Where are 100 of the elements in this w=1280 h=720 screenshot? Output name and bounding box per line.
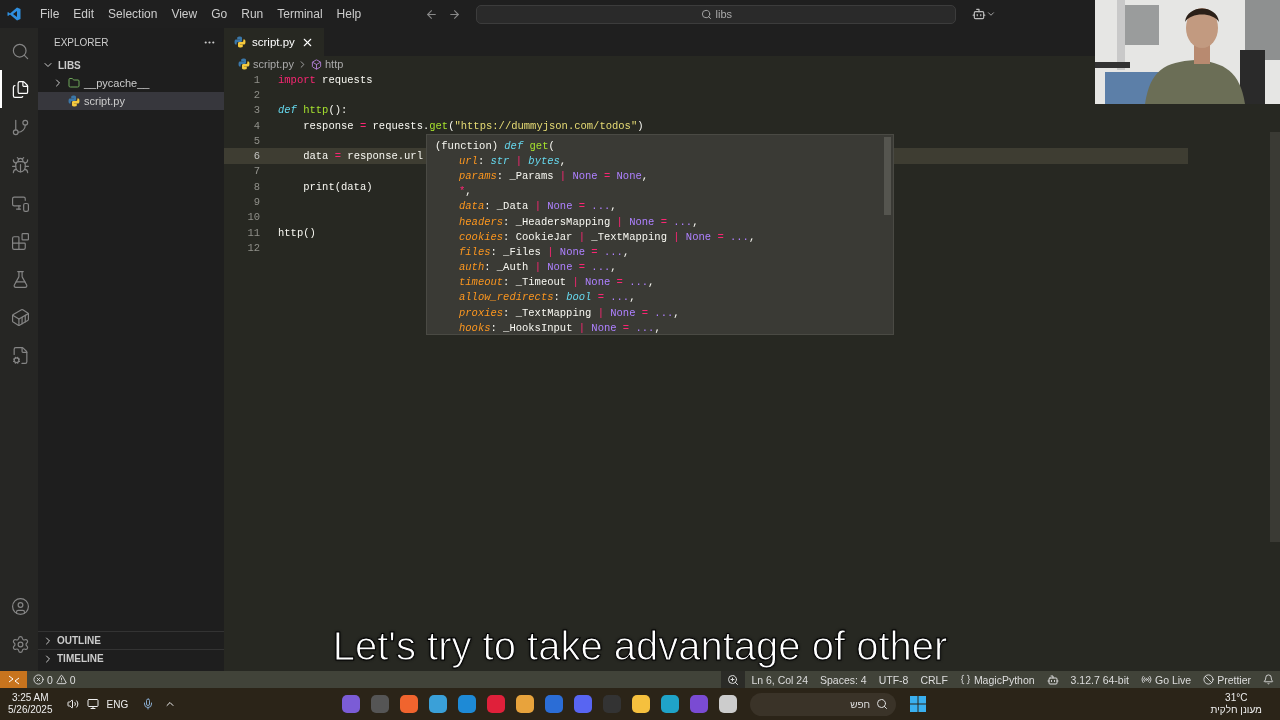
code-token: hooks	[459, 321, 491, 334]
code-token: =	[359, 119, 367, 132]
status-item[interactable]: UTF-8	[878, 673, 909, 686]
status-item[interactable]: Ln 6, Col 24	[751, 673, 808, 686]
code-token: None	[616, 169, 642, 182]
microphone-icon[interactable]	[142, 698, 155, 710]
remote-icon	[7, 674, 20, 685]
code-token: |	[558, 169, 568, 182]
code-token: get	[429, 119, 449, 132]
menu-item[interactable]: Selection	[101, 7, 165, 21]
app-icon[interactable]	[631, 695, 650, 713]
status-item[interactable]: Go Live	[1154, 673, 1192, 686]
code-token: |	[533, 200, 542, 213]
menu-item[interactable]: Run	[234, 7, 271, 21]
code-token: |	[533, 261, 542, 274]
search-icon	[876, 697, 889, 710]
forward-icon[interactable]	[448, 7, 462, 21]
code-token: :	[477, 154, 486, 167]
scrollbar[interactable]	[884, 137, 891, 215]
breadcrumb[interactable]: http	[324, 58, 344, 70]
warning-count[interactable]: 0	[69, 673, 76, 686]
menu-item[interactable]: Help	[329, 7, 369, 21]
app-icon[interactable]	[515, 695, 534, 713]
remote-button[interactable]	[0, 671, 27, 688]
code-token: ,	[465, 185, 472, 198]
subtitle: Let's try to take advantage of other	[332, 624, 948, 668]
back-icon[interactable]	[425, 7, 439, 21]
blocks-icon	[10, 231, 30, 251]
weather-condition: מעונן חלקית	[1210, 704, 1262, 716]
code-token: |	[546, 245, 555, 258]
menu-item[interactable]: File	[33, 7, 67, 21]
status-item[interactable]: 3.12.7 64-bit	[1070, 673, 1129, 686]
account-icon	[10, 596, 30, 616]
code-token: : _Params	[496, 169, 554, 182]
tree-item[interactable]: __pycache__	[38, 74, 224, 92]
app-icon[interactable]	[660, 695, 679, 713]
code-token: |	[514, 154, 524, 167]
code-token: ...	[635, 321, 655, 334]
code-token: ,	[641, 169, 649, 182]
editor-tab[interactable]: script.py	[224, 28, 324, 56]
breadcrumb[interactable]: script.py	[253, 58, 294, 70]
code-token: ,	[629, 291, 636, 304]
status-item[interactable]: Spaces: 4	[820, 673, 867, 686]
search-icon	[10, 41, 30, 61]
code-token: print(data)	[302, 180, 373, 193]
code-token: =	[640, 306, 650, 319]
code-token: =	[716, 230, 725, 243]
monitor-icon[interactable]	[86, 698, 99, 710]
code-token: =	[621, 321, 631, 334]
code-token: :	[553, 291, 561, 304]
clock-date: 5/26/2025	[8, 704, 53, 716]
warning-icon[interactable]	[55, 674, 67, 685]
caret-icon[interactable]	[986, 9, 997, 19]
menu-item[interactable]: View	[164, 7, 205, 21]
error-count[interactable]: 0	[47, 673, 53, 686]
broadcast-icon	[1140, 674, 1152, 685]
prohibited-icon	[1203, 674, 1215, 685]
language-indicator[interactable]: ENG	[106, 698, 129, 710]
code-token: data	[459, 200, 485, 213]
clock-time: 3:25 AM	[11, 692, 49, 704]
error-icon[interactable]	[33, 674, 44, 685]
search-field[interactable]: libs	[476, 4, 957, 24]
status-item[interactable]: CRLF	[920, 673, 948, 686]
line-number: 11	[246, 226, 260, 239]
code-token: url	[459, 154, 478, 167]
line-number: 9	[252, 196, 260, 208]
windows-icon[interactable]	[910, 696, 927, 712]
code-token: ,	[559, 154, 567, 167]
line-number: 6	[252, 150, 260, 163]
app-icon[interactable]	[718, 695, 737, 713]
folder-row[interactable]: LIBS	[38, 56, 224, 74]
bot-icon[interactable]	[972, 7, 987, 21]
section-header[interactable]: OUTLINE	[38, 631, 224, 649]
code-token: =	[577, 261, 587, 274]
code-token: None	[610, 306, 636, 319]
code-token: cookies	[459, 230, 504, 243]
code-token: files	[459, 245, 491, 258]
code-token: ...	[603, 245, 623, 258]
app-icon[interactable]	[399, 695, 418, 713]
status-item[interactable]: MagicPython	[973, 673, 1035, 686]
app-icon[interactable]	[457, 695, 476, 713]
menu-item[interactable]: Go	[204, 7, 235, 21]
menu-item[interactable]: Edit	[66, 7, 102, 21]
speaker-icon[interactable]	[66, 698, 79, 710]
bug-icon	[10, 155, 30, 175]
code-token: http()	[278, 226, 316, 239]
menu-item[interactable]: Terminal	[270, 7, 330, 21]
status-item[interactable]: Prettier	[1217, 673, 1251, 686]
code-token: =	[659, 215, 668, 228]
app-icon[interactable]	[428, 695, 447, 713]
code-token: None	[685, 230, 712, 243]
settings-icon	[10, 634, 30, 654]
section-header[interactable]: TIMELINE	[38, 649, 224, 667]
code-token: requests.	[371, 119, 430, 132]
code-token: ,	[648, 276, 655, 289]
tree-item[interactable]: script.py	[38, 92, 224, 110]
code-token: ...	[629, 276, 649, 289]
search-field[interactable]: חפש	[750, 692, 897, 716]
folder-icon	[68, 77, 80, 89]
code-token: ,	[622, 245, 630, 258]
